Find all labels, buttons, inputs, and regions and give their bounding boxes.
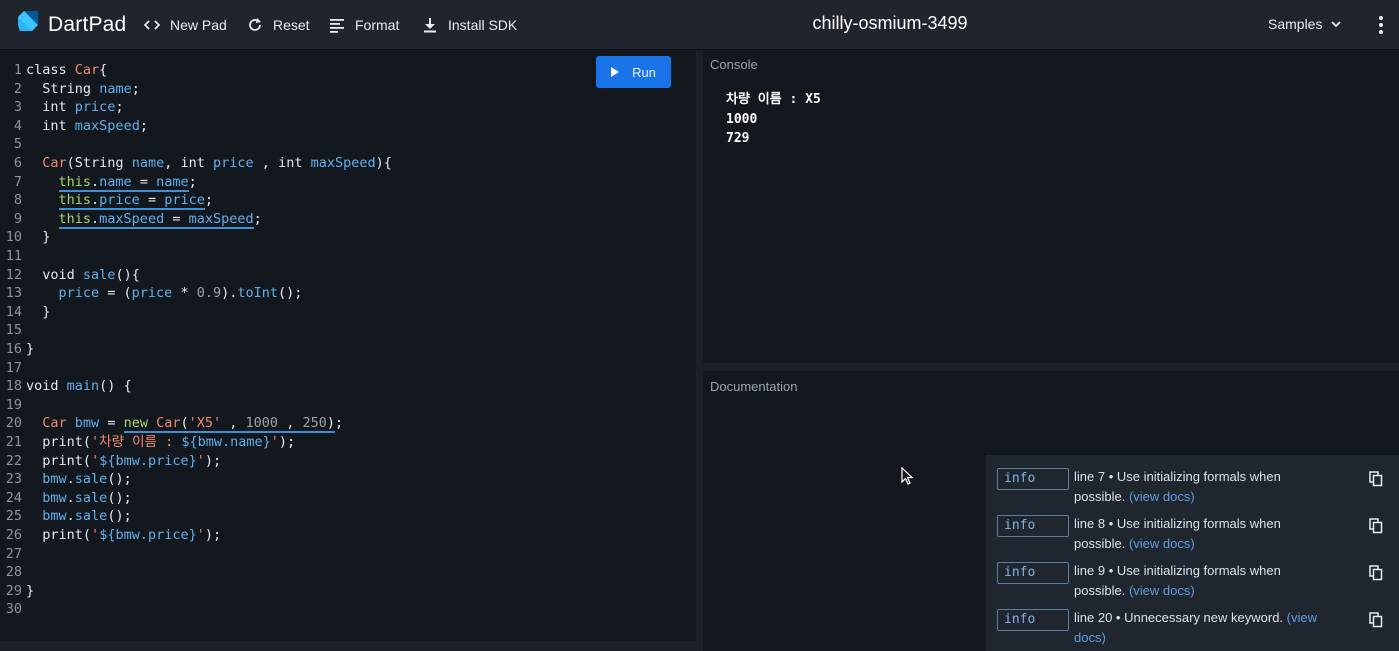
- format-label: Format: [355, 17, 400, 33]
- issue-message: line 8 • Use initializing formals when p…: [1074, 516, 1281, 551]
- code-line-29: 29}: [5, 582, 35, 599]
- code-line-2: 2 String name;: [13, 80, 140, 97]
- code-line-14: 14 }: [5, 303, 51, 320]
- issue-kind-badge: info: [997, 609, 1069, 631]
- code-line-13: 13 price = (price * 0.9).toInt();: [5, 285, 303, 302]
- code-line-4: 4 int maxSpeed;: [13, 117, 148, 134]
- mouse-cursor-icon: [901, 467, 914, 485]
- code-line-30: 30: [5, 601, 22, 618]
- issues-panel: info line 7 • Use initializing formals w…: [986, 455, 1399, 651]
- format-button[interactable]: Format: [328, 14, 399, 36]
- issue-item[interactable]: info line 20 • Unnecessary new keyword. …: [997, 606, 1392, 650]
- issue-message: line 9 • Use initializing formals when p…: [1074, 563, 1281, 598]
- copy-icon[interactable]: [1369, 565, 1383, 581]
- more-vert-icon[interactable]: [1372, 14, 1390, 36]
- view-docs-link[interactable]: (view docs): [1129, 489, 1195, 504]
- new-pad-label: New Pad: [170, 17, 227, 33]
- code-line-16: 16}: [5, 341, 35, 357]
- code-line-15: 15: [5, 322, 22, 339]
- console-line: 729: [726, 131, 750, 146]
- format-icon: [328, 16, 346, 34]
- copy-icon[interactable]: [1369, 471, 1383, 487]
- copy-icon[interactable]: [1369, 612, 1383, 628]
- code-line-6: 6 Car(String name, int price , int maxSp…: [13, 155, 392, 171]
- code-line-22: 22 print('${bmw.price}');: [5, 452, 222, 469]
- issue-item[interactable]: info line 7 • Use initializing formals w…: [997, 465, 1392, 509]
- code-line-26: 26 print('${bmw.price}');: [5, 527, 222, 543]
- horizontal-splitter[interactable]: [703, 363, 1399, 371]
- view-docs-link[interactable]: (view docs): [1129, 583, 1195, 598]
- issue-kind-badge: info: [997, 562, 1069, 584]
- new-pad-button[interactable]: New Pad: [143, 14, 227, 36]
- issue-kind-badge: info: [997, 515, 1069, 537]
- code-line-1: 1 class Car{: [13, 62, 108, 78]
- chevron-down-icon: [1330, 18, 1342, 30]
- reset-button[interactable]: Reset: [246, 14, 310, 36]
- app-name: DartPad: [48, 13, 127, 36]
- code-editor[interactable]: 1 class Car{ 2 String name; 3 int price; …: [0, 51, 696, 641]
- documentation-label: Documentation: [710, 379, 798, 394]
- code-line-11: 11: [5, 248, 22, 264]
- reset-icon: [246, 16, 264, 34]
- code-line-12: 12 void sale(){: [5, 266, 140, 283]
- code-line-28: 28: [5, 564, 22, 581]
- issue-message: line 20 • Unnecessary new keyword. (view…: [1074, 610, 1318, 645]
- code-line-17: 17: [5, 359, 22, 376]
- code-line-7: 7 this.name = name;: [13, 173, 197, 192]
- code-brackets-icon: [143, 16, 161, 34]
- code-line-21: 21 print('차량 이름 : ${bmw.name}');: [5, 434, 296, 450]
- install-sdk-button[interactable]: Install SDK: [421, 14, 517, 36]
- code-line-25: 25 bmw.sale();: [5, 508, 132, 525]
- code-line-5: 5: [13, 136, 22, 153]
- run-button[interactable]: Run: [596, 56, 671, 88]
- editor-footer: [0, 641, 696, 651]
- code-line-9: 9 this.maxSpeed = maxSpeed;: [13, 210, 262, 229]
- download-icon: [421, 16, 439, 34]
- console-line: 차량 이름 : X5: [726, 92, 821, 107]
- samples-label: Samples: [1268, 16, 1323, 32]
- issue-message: line 7 • Use initializing formals when p…: [1074, 469, 1281, 504]
- code-line-24: 24 bmw.sale();: [5, 489, 132, 506]
- view-docs-link[interactable]: (view docs): [1129, 536, 1195, 551]
- copy-icon[interactable]: [1369, 518, 1383, 534]
- code-line-10: 10 }: [5, 229, 51, 246]
- code-line-18: 18 void main() {: [5, 378, 132, 395]
- pad-title: chilly-osmium-3499: [812, 13, 968, 33]
- code-line-8: 8 this.price = price;: [13, 192, 213, 211]
- app-header: DartPad New Pad Reset Format Install SDK…: [0, 0, 1399, 50]
- dartpad-logo[interactable]: DartPad: [18, 10, 127, 40]
- issue-item[interactable]: info line 8 • Use initializing formals w…: [997, 512, 1392, 556]
- vertical-splitter[interactable]: [696, 50, 703, 651]
- run-label: Run: [632, 64, 656, 80]
- samples-dropdown[interactable]: Samples: [1268, 16, 1342, 32]
- reset-label: Reset: [273, 17, 310, 33]
- play-icon: [611, 67, 620, 77]
- code-line-23: 23 bmw.sale();: [5, 471, 132, 488]
- install-sdk-label: Install SDK: [448, 17, 518, 33]
- issue-kind-badge: info: [997, 468, 1069, 490]
- console-line: 1000: [726, 111, 758, 127]
- code-line-20: 20 Car bmw = new Car('X5' , 1000 , 250);: [5, 415, 344, 434]
- issue-item[interactable]: info line 9 • Use initializing formals w…: [997, 559, 1392, 603]
- dart-logo-icon: [18, 10, 40, 40]
- code-line-27: 27: [5, 545, 22, 562]
- code-line-19: 19: [5, 396, 22, 413]
- console-panel: Console 차량 이름 : X5 1000 729: [703, 50, 1399, 363]
- console-label: Console: [710, 57, 758, 72]
- code-line-3: 3 int price;: [13, 99, 124, 116]
- console-output: 차량 이름 : X5 1000 729: [726, 90, 821, 149]
